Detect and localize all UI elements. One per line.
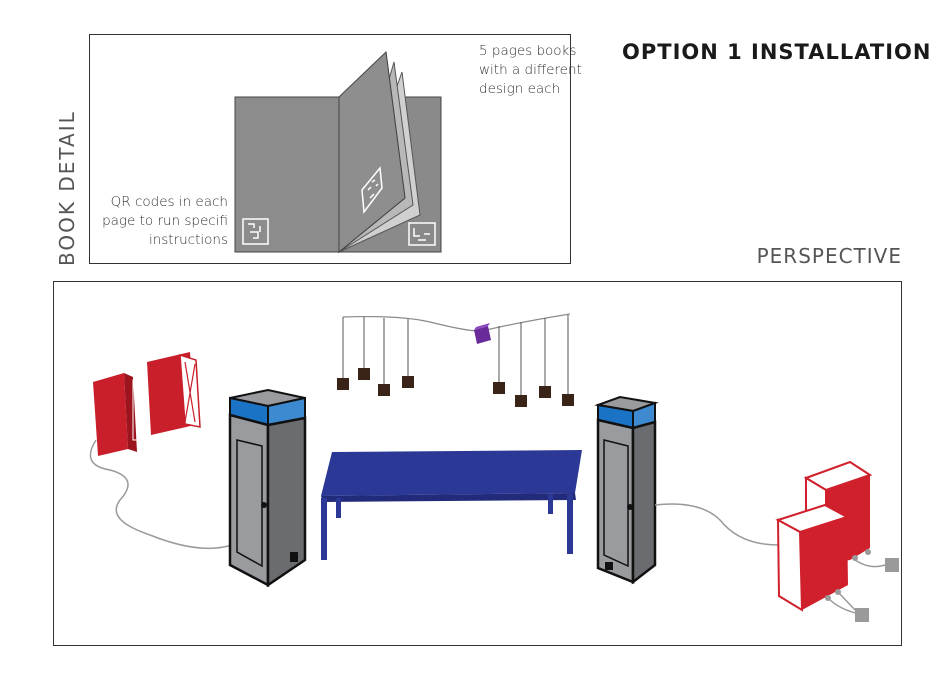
hanging-cubes-installation <box>337 313 574 407</box>
right-speakers-icon <box>775 460 899 622</box>
left-booth-icon <box>228 388 307 588</box>
qr-note-line-3: instructions <box>148 232 228 248</box>
qr-note-line-2: page to run specifi <box>102 213 228 229</box>
pages-note-line-2: with a different <box>479 62 582 78</box>
illustration-canvas <box>89 50 899 622</box>
table-icon <box>321 450 582 560</box>
pages-note: 5 pages books with a different design ea… <box>479 42 582 99</box>
purple-cube-icon <box>474 323 491 344</box>
pages-note-line-3: design each <box>479 81 561 97</box>
qr-note-line-1: QR codes in each <box>110 194 228 210</box>
pages-note-line-1: 5 pages books <box>479 43 577 59</box>
right-booth-icon <box>594 395 659 585</box>
left-speakers-icon <box>93 352 201 456</box>
open-book-illustration <box>234 50 442 254</box>
qr-note: QR codes in each page to run specifi ins… <box>102 193 228 250</box>
